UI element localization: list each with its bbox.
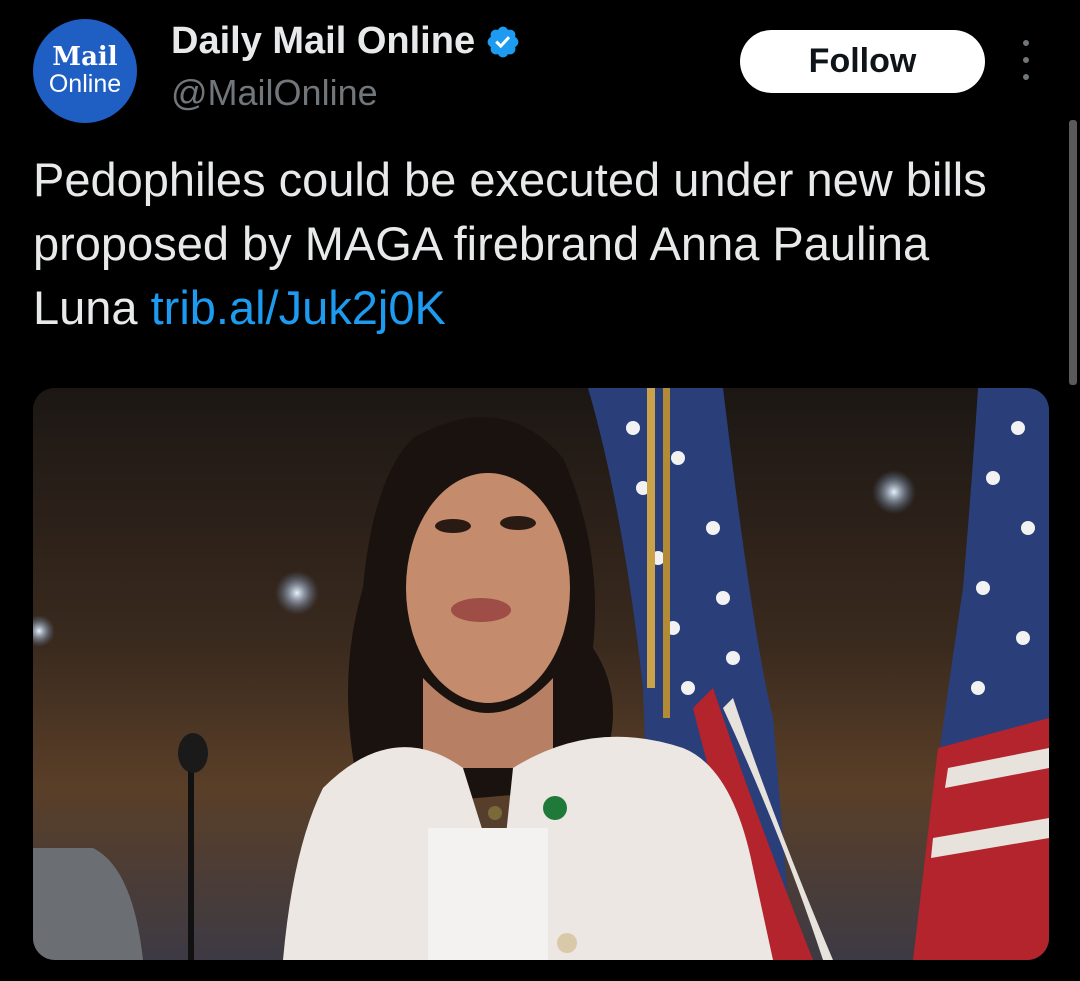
tweet-link[interactable]: trib.al/Juk2j0K <box>151 281 446 334</box>
avatar-logo-line2: Online <box>48 70 122 98</box>
author-name-row: Daily Mail Online <box>171 20 521 63</box>
author-display-name[interactable]: Daily Mail Online <box>171 20 475 63</box>
follow-button[interactable]: Follow <box>740 30 985 93</box>
scrollbar[interactable] <box>1069 120 1077 385</box>
avatar[interactable]: Mail Online <box>33 19 137 123</box>
verified-badge-icon <box>487 26 519 57</box>
dot <box>1023 40 1029 46</box>
author-handle[interactable]: @MailOnline <box>171 72 378 114</box>
more-options-icon[interactable] <box>1012 40 1040 80</box>
dot <box>1023 57 1029 63</box>
avatar-logo-line1: Mail <box>52 42 118 72</box>
press-photo <box>33 388 1049 960</box>
dot <box>1023 74 1029 80</box>
tweet-text: Pedophiles could be executed under new b… <box>33 148 1033 340</box>
tweet-media-image[interactable] <box>33 388 1049 960</box>
